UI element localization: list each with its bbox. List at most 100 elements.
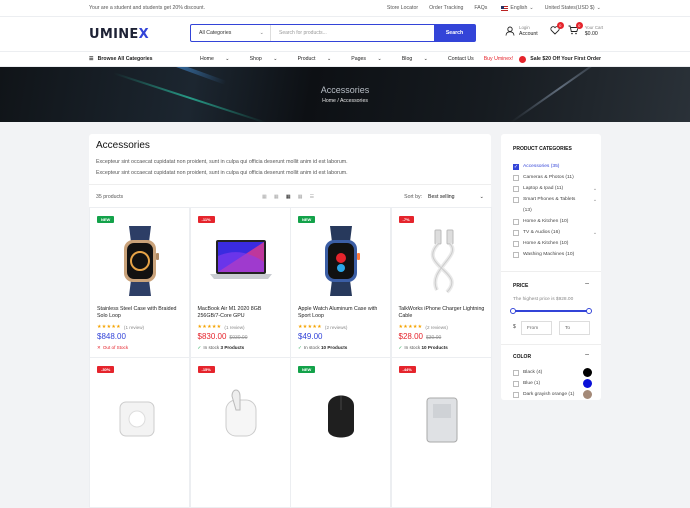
browse-label: Browse All Categories [97, 56, 153, 62]
logo-text: UMINE [89, 26, 139, 42]
checkbox[interactable] [513, 369, 519, 376]
language-select[interactable]: English ⌄ [501, 5, 534, 11]
nav-item-product[interactable]: Product ⌄ [298, 56, 342, 62]
product-card[interactable]: NEW Apple Watch Aluminum Case with Sport … [290, 207, 391, 358]
checkbox[interactable] [513, 218, 519, 225]
nav-label: Home [200, 56, 214, 62]
product-card[interactable]: -7% TalkWorks iPhone Charger Lightning Ca… [390, 207, 492, 358]
list-view-icon[interactable]: ☰ [310, 194, 315, 200]
checkbox[interactable] [513, 391, 519, 398]
product-image[interactable] [206, 376, 276, 446]
banner-title: Accessories [320, 85, 370, 95]
checkbox[interactable]: ✓ [513, 163, 519, 170]
category-label: Washing Machines [523, 252, 565, 257]
category-filter-item[interactable]: Washing Machines (10) [513, 249, 593, 260]
search-button[interactable]: Search [434, 25, 475, 41]
product-card[interactable]: -11% MacBook Air M1 2020 8GB 256GB/7-Core… [189, 207, 291, 358]
category-filter-item[interactable]: Home & Kitchen (10) [513, 216, 593, 227]
account-link[interactable]: Login Account [505, 25, 538, 37]
category-filter-item[interactable]: ✓ Accessories (35) [513, 161, 593, 172]
checkbox[interactable] [513, 196, 519, 203]
product-title[interactable]: MacBook Air M1 2020 8GB 256GB/7-Core GPU [198, 306, 286, 320]
nav-item-blog[interactable]: Blog ⌄ [402, 56, 438, 62]
product-card[interactable]: NEW [290, 357, 391, 508]
grid-4-icon[interactable]: ▦ [286, 194, 291, 200]
nav-item-buy[interactable]: Buy Uminex! [484, 56, 513, 62]
sort-control: Sort by: Best selling ⌄ [404, 194, 484, 200]
category-label: Accessories [523, 164, 550, 169]
breadcrumb[interactable]: Home / Accessories [322, 98, 368, 104]
user-icon [505, 26, 515, 36]
search-input[interactable] [271, 25, 434, 41]
price-from-input[interactable]: From [521, 321, 552, 335]
category-filter-item[interactable]: Laptop & Ipad (11) ⌄ [513, 183, 597, 194]
category-filter-item[interactable]: Smart Phones & Tablets ⌄ [513, 194, 597, 205]
product-card[interactable]: -15% [189, 357, 291, 508]
color-filter-item[interactable]: Dark grayish orange (1) [513, 389, 592, 400]
checkbox[interactable] [513, 185, 519, 192]
color-filter-item[interactable]: Blue (1) [513, 378, 592, 389]
product-image[interactable] [407, 226, 477, 296]
price-slider[interactable] [510, 308, 592, 314]
color-swatch[interactable] [583, 390, 592, 399]
chevron-down-icon[interactable]: ⌄ [593, 230, 597, 236]
slider-min-handle[interactable] [510, 308, 516, 314]
category-label: Home & Kitchen [523, 241, 559, 246]
color-swatch[interactable] [583, 379, 592, 388]
chevron-down-icon[interactable]: ⌄ [593, 197, 597, 203]
grid-3-icon[interactable]: ▦ [274, 194, 279, 200]
main-nav: ☰ Browse All Categories Home ⌄ Shop ⌄ Pr… [0, 51, 690, 67]
category-filter-item[interactable]: Cameras & Photos (11) [513, 172, 593, 183]
color-swatch[interactable] [583, 368, 592, 377]
cart-button[interactable]: 0 Your Cart $0.00 [568, 22, 603, 37]
us-flag-icon [501, 5, 509, 11]
product-image[interactable] [206, 226, 276, 296]
product-title[interactable]: TalkWorks iPhone Charger Lightning Cable [399, 306, 487, 320]
grid-2-icon[interactable]: ▦ [262, 194, 267, 200]
chevron-down-icon: ⌄ [529, 5, 534, 11]
product-image[interactable] [105, 376, 175, 446]
chevron-down-icon[interactable]: ⌄ [593, 186, 597, 192]
currency-select[interactable]: United States(USD $) ⌄ [545, 5, 601, 11]
order-tracking-link[interactable]: Order Tracking [429, 5, 463, 11]
product-card[interactable]: -44% [390, 357, 492, 508]
price-to-input[interactable]: To [559, 321, 590, 335]
nav-item-home[interactable]: Home ⌄ [200, 56, 240, 62]
product-title[interactable]: Apple Watch Aluminum Case with Sport Loo… [298, 306, 386, 320]
nav-item-contact[interactable]: Contact Us [448, 56, 474, 62]
checkbox[interactable] [513, 251, 519, 258]
grid-5-icon[interactable]: ▦ [298, 194, 303, 200]
collapse-icon[interactable]: – [585, 351, 589, 358]
collapse-icon[interactable]: – [585, 280, 589, 287]
product-image[interactable] [105, 226, 175, 296]
category-filter-item[interactable]: TV & Audios (16) ⌄ [513, 227, 597, 238]
sort-select[interactable]: Best selling ⌄ [428, 194, 484, 200]
checkbox[interactable] [513, 229, 519, 236]
color-filter-item[interactable]: Black (4) [513, 367, 592, 378]
store-locator-link[interactable]: Store Locator [387, 5, 418, 11]
search-category-label: All Categories [199, 30, 232, 36]
product-title[interactable]: Stainless Steel Case with Braided Solo L… [97, 306, 185, 320]
category-filter-item[interactable]: Home & Kitchen (10) [513, 238, 593, 249]
search-category-select[interactable]: All Categories ⌄ [191, 25, 271, 41]
checkbox[interactable] [513, 174, 519, 181]
product-image[interactable] [407, 376, 477, 446]
promo-text: Your are a student and students get 20% … [89, 5, 206, 11]
product-image[interactable] [306, 376, 376, 446]
logo[interactable]: UMINEX [89, 27, 149, 42]
slider-max-handle[interactable] [586, 308, 592, 314]
product-image[interactable] [306, 226, 376, 296]
chevron-down-icon: ⌄ [225, 56, 230, 62]
checkbox[interactable] [513, 240, 519, 247]
checkbox[interactable] [513, 380, 519, 387]
nav-item-pages[interactable]: Pages ⌄ [351, 56, 392, 62]
product-card[interactable]: -30% [89, 357, 190, 508]
faqs-link[interactable]: FAQs [474, 5, 487, 11]
nav-item-shop[interactable]: Shop ⌄ [250, 56, 288, 62]
category-filter-item[interactable]: (13) [513, 205, 593, 216]
browse-categories-button[interactable]: ☰ Browse All Categories [89, 56, 153, 62]
sale-promo[interactable]: Sale $20 Off Your First Order [519, 55, 601, 63]
wishlist-button[interactable]: 0 [550, 22, 564, 37]
product-card[interactable]: NEW Stainless Steel Case with Braided Sol… [89, 207, 190, 358]
stock-status: ✕ Out of Stock [97, 345, 128, 351]
